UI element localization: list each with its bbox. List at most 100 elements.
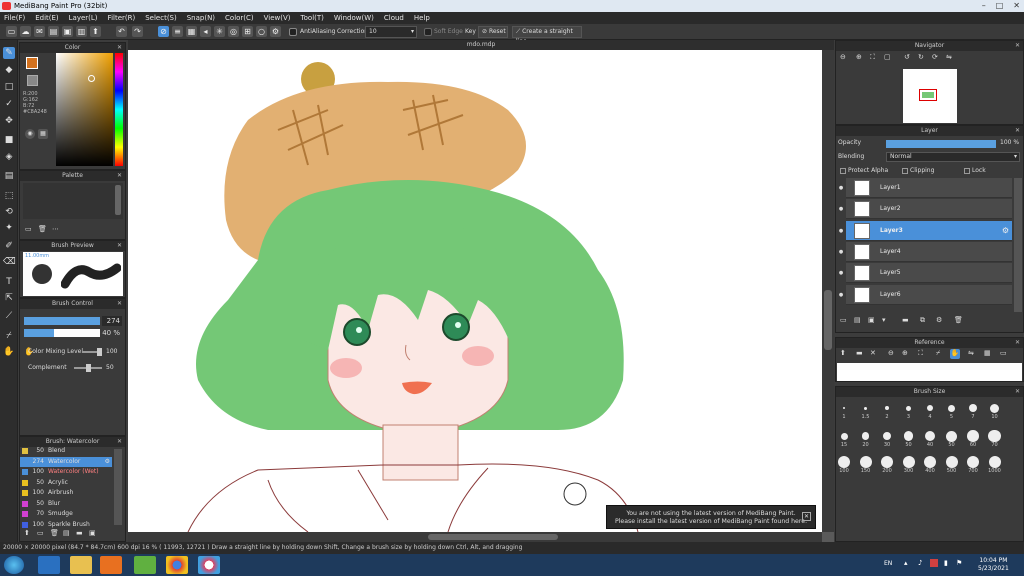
add-palette-icon[interactable]: ▭: [25, 225, 32, 233]
layer-row[interactable]: Layer6: [846, 284, 1012, 305]
new-file-icon[interactable]: ▭: [6, 26, 17, 37]
complement-slider[interactable]: [74, 364, 102, 372]
layer-property-icon[interactable]: ⚙: [936, 316, 942, 324]
brush-size-value[interactable]: 274: [102, 316, 122, 326]
speaker-icon[interactable]: ♪: [918, 559, 922, 567]
brush-size-preset[interactable]: [906, 405, 911, 411]
cloud-icon[interactable]: ☁: [20, 26, 31, 37]
close-icon[interactable]: ✕: [1015, 338, 1020, 348]
select-rect-icon[interactable]: ⬚: [3, 190, 15, 202]
snap-settings-icon[interactable]: ⚙: [270, 26, 281, 37]
lasso-icon[interactable]: ⟲: [3, 206, 15, 218]
operation-tool-icon[interactable]: ⇱: [3, 292, 15, 304]
magic-wand-icon[interactable]: ✦: [3, 222, 15, 234]
tray-arrow-icon[interactable]: ▴: [904, 559, 908, 567]
update-notification[interactable]: You are not using the latest version of …: [606, 505, 816, 529]
layer-folder-icon[interactable]: ▬: [902, 316, 909, 324]
flip-icon[interactable]: ⇋: [946, 53, 952, 61]
brush-size-preset[interactable]: [927, 405, 933, 411]
zoom-out-icon[interactable]: ⊖: [840, 53, 846, 61]
layer-visibility-icon[interactable]: ●: [836, 242, 846, 262]
shape-tool-icon[interactable]: ■: [3, 134, 15, 146]
media-player-icon[interactable]: [100, 556, 122, 574]
reference-flip-icon[interactable]: ⇋: [968, 349, 974, 357]
menu-help[interactable]: Help: [414, 12, 430, 24]
brush-list-item[interactable]: 50 Blur: [20, 499, 112, 510]
close-icon[interactable]: ✕: [117, 241, 122, 251]
brush-opacity-slider[interactable]: [24, 329, 100, 337]
layer-visibility-icon[interactable]: ●: [836, 263, 846, 283]
select-pen-icon[interactable]: ✐: [3, 240, 15, 252]
brush-size-preset[interactable]: [843, 407, 845, 409]
menu-layer[interactable]: Layer(L): [69, 12, 98, 24]
reference-fit-icon[interactable]: ⛶: [918, 349, 923, 358]
sliders-icon[interactable]: ▦: [38, 129, 48, 139]
brush-size-preset[interactable]: [990, 403, 999, 413]
rotate-right-icon[interactable]: ↻: [918, 53, 924, 61]
input-language[interactable]: EN: [884, 560, 892, 567]
brush-size-preset[interactable]: [902, 456, 915, 468]
complement-handle[interactable]: [86, 364, 91, 372]
reset-button[interactable]: ⊘ Reset: [478, 26, 508, 38]
create-straight-line-button[interactable]: ⟋ Create a straight line: [512, 26, 582, 45]
close-notification-icon[interactable]: ✕: [802, 512, 811, 521]
transparent-color-swatch[interactable]: [27, 75, 38, 86]
layer-row[interactable]: Layer2: [846, 199, 1012, 220]
brush-size-preset[interactable]: [969, 404, 977, 412]
fit-icon[interactable]: ⛶: [870, 53, 875, 62]
select-tool-icon[interactable]: ✓: [3, 98, 15, 110]
open-reference-icon[interactable]: ⬆: [840, 349, 846, 357]
saturation-value-picker[interactable]: [56, 53, 113, 166]
menu-filter[interactable]: Filter(R): [108, 12, 136, 24]
navigator-viewport[interactable]: [919, 89, 937, 101]
brush-list-item[interactable]: 50 Acrylic: [20, 478, 112, 489]
brush-size-preset[interactable]: [967, 456, 979, 468]
select-eraser-icon[interactable]: ⌫: [3, 256, 16, 268]
actual-size-icon[interactable]: ▢: [884, 53, 891, 61]
snap-radial-icon[interactable]: ✳: [214, 26, 225, 37]
reference-zoom-in-icon[interactable]: ⊕: [902, 349, 908, 357]
divide-tool-icon[interactable]: ⟋: [3, 310, 15, 322]
clock[interactable]: 10:04 PM 5/23/2021: [978, 557, 1009, 573]
vertical-scroll-thumb[interactable]: [824, 290, 832, 350]
canvas-horizontal-scrollbar[interactable]: [128, 532, 822, 542]
reference-chat-icon[interactable]: ▭: [1000, 349, 1007, 357]
navigator-thumbnail[interactable]: [903, 69, 957, 123]
snap-off-icon[interactable]: ⊘: [158, 26, 169, 37]
copy-brush-icon[interactable]: ▭: [37, 529, 44, 537]
rotate-left-icon[interactable]: ↺: [904, 53, 910, 61]
merge-layer-icon[interactable]: ⧉: [920, 316, 925, 325]
move-tool-icon[interactable]: ✥: [3, 115, 15, 127]
start-button-icon[interactable]: [4, 556, 24, 574]
snap-concentric-icon[interactable]: ◎: [228, 26, 239, 37]
reference-layer-icon[interactable]: ▦: [984, 349, 991, 357]
brush-size-preset[interactable]: [988, 429, 1001, 443]
close-icon[interactable]: ✕: [1015, 387, 1020, 397]
delete-layer-icon[interactable]: 🗑: [954, 316, 963, 324]
internet-explorer-icon[interactable]: [38, 556, 60, 574]
close-reference-icon[interactable]: ✕: [870, 349, 876, 357]
hue-slider[interactable]: [115, 53, 123, 166]
brush-size-preset[interactable]: [924, 456, 936, 468]
foreground-color-swatch[interactable]: [26, 57, 38, 69]
color-mixing-handle[interactable]: [97, 348, 102, 356]
layer-visibility-icon[interactable]: ●: [836, 199, 846, 219]
brush-size-slider[interactable]: [24, 317, 100, 325]
chat-icon[interactable]: ✉: [34, 26, 45, 37]
snap-grid-icon[interactable]: ⊞: [242, 26, 253, 37]
gradient-tool-icon[interactable]: ▤: [3, 170, 15, 182]
clipping-checkbox[interactable]: [902, 168, 908, 174]
layer-opacity-slider[interactable]: [886, 140, 996, 148]
layer-visibility-icon[interactable]: ●: [836, 221, 846, 241]
close-icon[interactable]: ✕: [117, 43, 122, 53]
protect-alpha-checkbox[interactable]: [840, 168, 846, 174]
eraser-tool-icon[interactable]: ◆: [3, 64, 15, 76]
reference-hand-icon[interactable]: ✋: [950, 349, 960, 359]
blending-select[interactable]: Normal ▾: [886, 152, 1020, 162]
brush-list-item[interactable]: 70 Smudge: [20, 509, 112, 520]
snap-parallel-icon[interactable]: ≡: [172, 26, 183, 37]
brush-size-preset[interactable]: [838, 456, 850, 468]
eyedropper-icon[interactable]: ⌿: [3, 330, 15, 342]
brush-size-preset[interactable]: [967, 430, 979, 442]
correction-select[interactable]: 10 ▾: [365, 26, 417, 38]
